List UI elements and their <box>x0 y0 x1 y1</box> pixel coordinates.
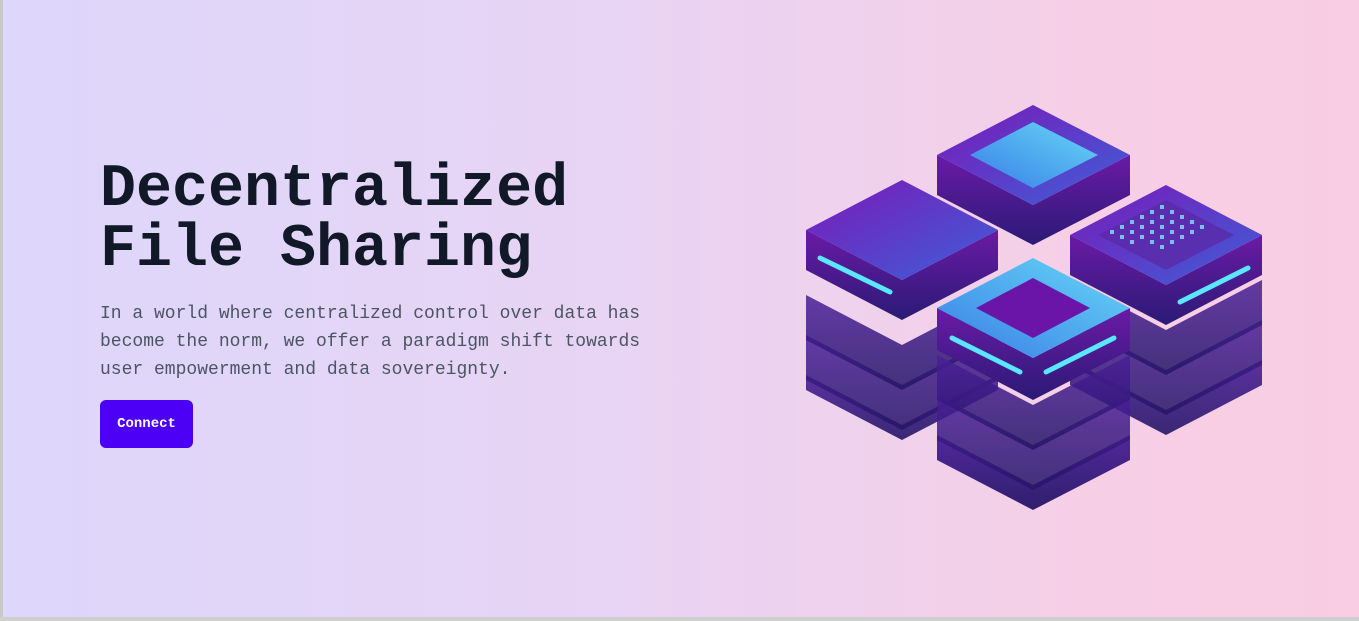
server-stack-illustration <box>780 80 1280 530</box>
server-front <box>937 258 1130 510</box>
hero-title-line-2: File Sharing <box>100 216 533 284</box>
window-left-edge <box>0 0 3 621</box>
hero-section: Decentralized File Sharing In a world wh… <box>100 160 700 384</box>
server-stack-icon <box>806 105 1262 510</box>
hero-title: Decentralized File Sharing <box>100 160 700 280</box>
connect-button[interactable]: Connect <box>100 400 193 448</box>
hero-description: In a world where centralized control ove… <box>100 304 641 380</box>
window-bottom-edge <box>0 617 1359 621</box>
hero-title-line-1: Decentralized <box>100 156 569 224</box>
